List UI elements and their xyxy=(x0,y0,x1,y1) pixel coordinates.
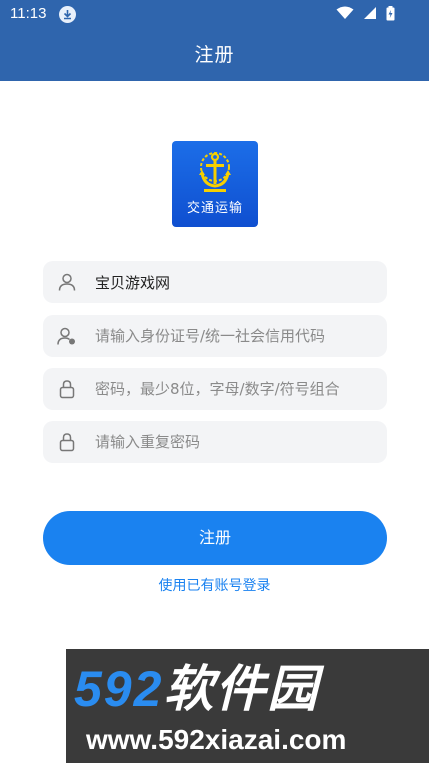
username-field[interactable] xyxy=(43,261,387,303)
lock-icon xyxy=(59,380,75,399)
login-link[interactable]: 使用已有账号登录 xyxy=(0,575,429,595)
watermark-text: 软件园 xyxy=(163,661,320,717)
battery-icon xyxy=(386,6,395,21)
id-number-field[interactable] xyxy=(43,315,387,357)
status-bar: 11:13 xyxy=(0,0,429,30)
status-icons xyxy=(332,6,395,25)
id-number-input[interactable] xyxy=(95,315,379,357)
lock-icon xyxy=(59,433,75,452)
watermark-url: www.592xiazai.com xyxy=(86,724,347,755)
app-bar: 11:13 注册 xyxy=(0,0,429,81)
wifi-icon xyxy=(336,6,354,19)
watermark-number: 592 xyxy=(74,661,164,717)
user-icon xyxy=(58,273,76,291)
register-button[interactable]: 注册 xyxy=(43,511,387,565)
confirm-password-field[interactable] xyxy=(43,421,387,463)
id-card-icon xyxy=(57,327,75,345)
password-field[interactable] xyxy=(43,368,387,410)
watermark-brand: 592软件园 xyxy=(74,661,424,717)
password-input[interactable] xyxy=(95,368,379,410)
page-title: 注册 xyxy=(194,44,235,66)
app-logo: 交通运输 xyxy=(172,141,258,227)
signal-icon xyxy=(363,7,376,19)
confirm-password-input[interactable] xyxy=(95,421,379,463)
download-icon xyxy=(59,6,76,23)
status-time: 11:13 xyxy=(10,5,47,22)
anchor-icon xyxy=(199,152,231,192)
username-input[interactable] xyxy=(95,261,379,303)
logo-text: 交通运输 xyxy=(186,201,243,216)
watermark: 592软件园 www.592xiazai.com xyxy=(66,649,429,763)
